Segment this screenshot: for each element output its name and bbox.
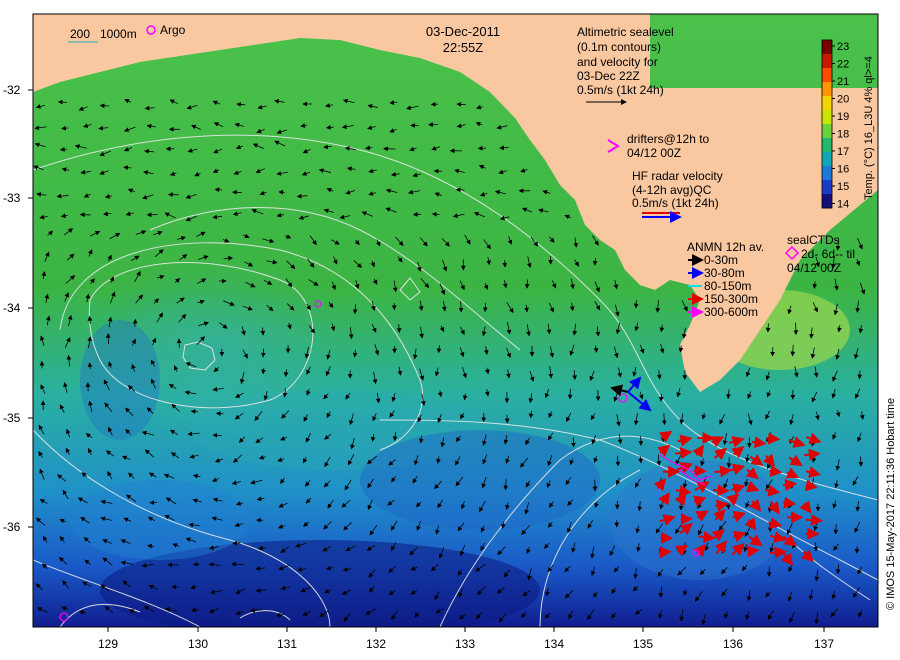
colorbar-tick-label: 20 — [837, 94, 849, 106]
contour-1000-label: 1000m — [100, 27, 137, 41]
colorbar-segment — [822, 40, 832, 55]
colorbar-segment — [822, 68, 832, 83]
hf-radar-note: HF radar velocity (4-12h avg)QC 0.5m/s (… — [632, 169, 723, 223]
y-tick-label: -36 — [3, 520, 21, 534]
x-tick-label: 135 — [633, 637, 653, 651]
altimetry-line-5: 0.5m/s (1kt 24h) — [577, 83, 664, 97]
colorbar-segment — [822, 152, 832, 167]
colorbar-tick-label: 19 — [837, 111, 849, 123]
x-tick-label: 137 — [814, 637, 834, 651]
seal-line-1: sealCTDs — [787, 233, 840, 247]
altimetry-line-2: (0.1m contours) — [577, 40, 661, 54]
seal-line-3: 04/12 00Z — [787, 261, 841, 275]
colorbar-segment — [822, 194, 832, 209]
sst-map: 129 130 131 132 133 134 135 136 137 -32 -33 -34 -35… — [3, 13, 897, 651]
seal-line-2: 2d- 6d-- til — [801, 247, 855, 261]
altimetry-line-3: and velocity for — [577, 55, 658, 69]
x-axis: 129 130 131 132 133 134 135 136 137 — [98, 627, 834, 651]
colorbar-tick-label: 22 — [837, 59, 849, 71]
y-tick-label: -32 — [3, 83, 21, 97]
colorbar-title: Temp. (°C) 16_L3U 4% ql>=4 — [863, 56, 875, 200]
colorbar-segment — [822, 166, 832, 181]
x-tick-label: 133 — [455, 637, 475, 651]
map-date: 03-Dec-2011 — [426, 24, 500, 39]
colorbar-segment — [822, 124, 832, 139]
x-tick-label: 131 — [277, 637, 297, 651]
x-tick-label: 134 — [544, 637, 564, 651]
y-tick-label: -35 — [3, 411, 21, 425]
drifters-line-2: 04/12 00Z — [627, 146, 681, 160]
altimetry-line-4: 03-Dec 22Z — [577, 69, 640, 83]
x-tick-label: 129 — [98, 637, 118, 651]
credit-text: © IMOS 15-May-2017 22:11:36 Hobart time — [885, 398, 897, 610]
colorbar-segment — [822, 138, 832, 153]
contour-200-label: 200 — [70, 27, 90, 41]
y-tick-label: -33 — [3, 191, 21, 205]
argo-label: Argo — [160, 23, 186, 37]
anmn-item-1: 30-80m — [704, 266, 745, 280]
altimetry-line-1: Altimetric sealevel — [577, 25, 674, 39]
colorbar-tick-label: 17 — [837, 146, 849, 158]
colorbar-tick-label: 18 — [837, 129, 849, 141]
hf-line-3: 0.5m/s (1kt 24h) — [632, 196, 719, 210]
map-time: 22:55Z — [443, 40, 484, 55]
anmn-item-4: 300-600m — [704, 305, 758, 319]
hf-line-1: HF radar velocity — [632, 169, 723, 183]
hf-line-2: (4-12h avg)QC — [632, 183, 712, 197]
x-tick-label: 132 — [366, 637, 386, 651]
colorbar-tick-label: 21 — [837, 76, 849, 88]
colorbar-segment — [822, 54, 832, 69]
colorbar-tick-label: 23 — [837, 41, 849, 53]
colorbar-tick-label: 14 — [837, 199, 849, 211]
x-tick-label: 136 — [723, 637, 743, 651]
x-tick-label: 130 — [188, 637, 208, 651]
colorbar-segment — [822, 180, 832, 195]
y-tick-label: -34 — [3, 301, 21, 315]
drifters-line-1: drifters@12h to — [627, 132, 710, 146]
colorbar-tick-label: 15 — [837, 181, 849, 193]
colorbar-tick-label: 16 — [837, 164, 849, 176]
anmn-item-3: 150-300m — [704, 292, 758, 306]
anmn-item-2: 80-150m — [704, 279, 751, 293]
colorbar-segment — [822, 82, 832, 97]
anmn-title: ANMN 12h av. — [687, 240, 764, 254]
y-axis: -32 -33 -34 -35 -36 — [3, 83, 33, 534]
anmn-item-0: 0-30m — [704, 253, 738, 267]
colorbar-segment — [822, 110, 832, 125]
colorbar-segment — [822, 96, 832, 111]
